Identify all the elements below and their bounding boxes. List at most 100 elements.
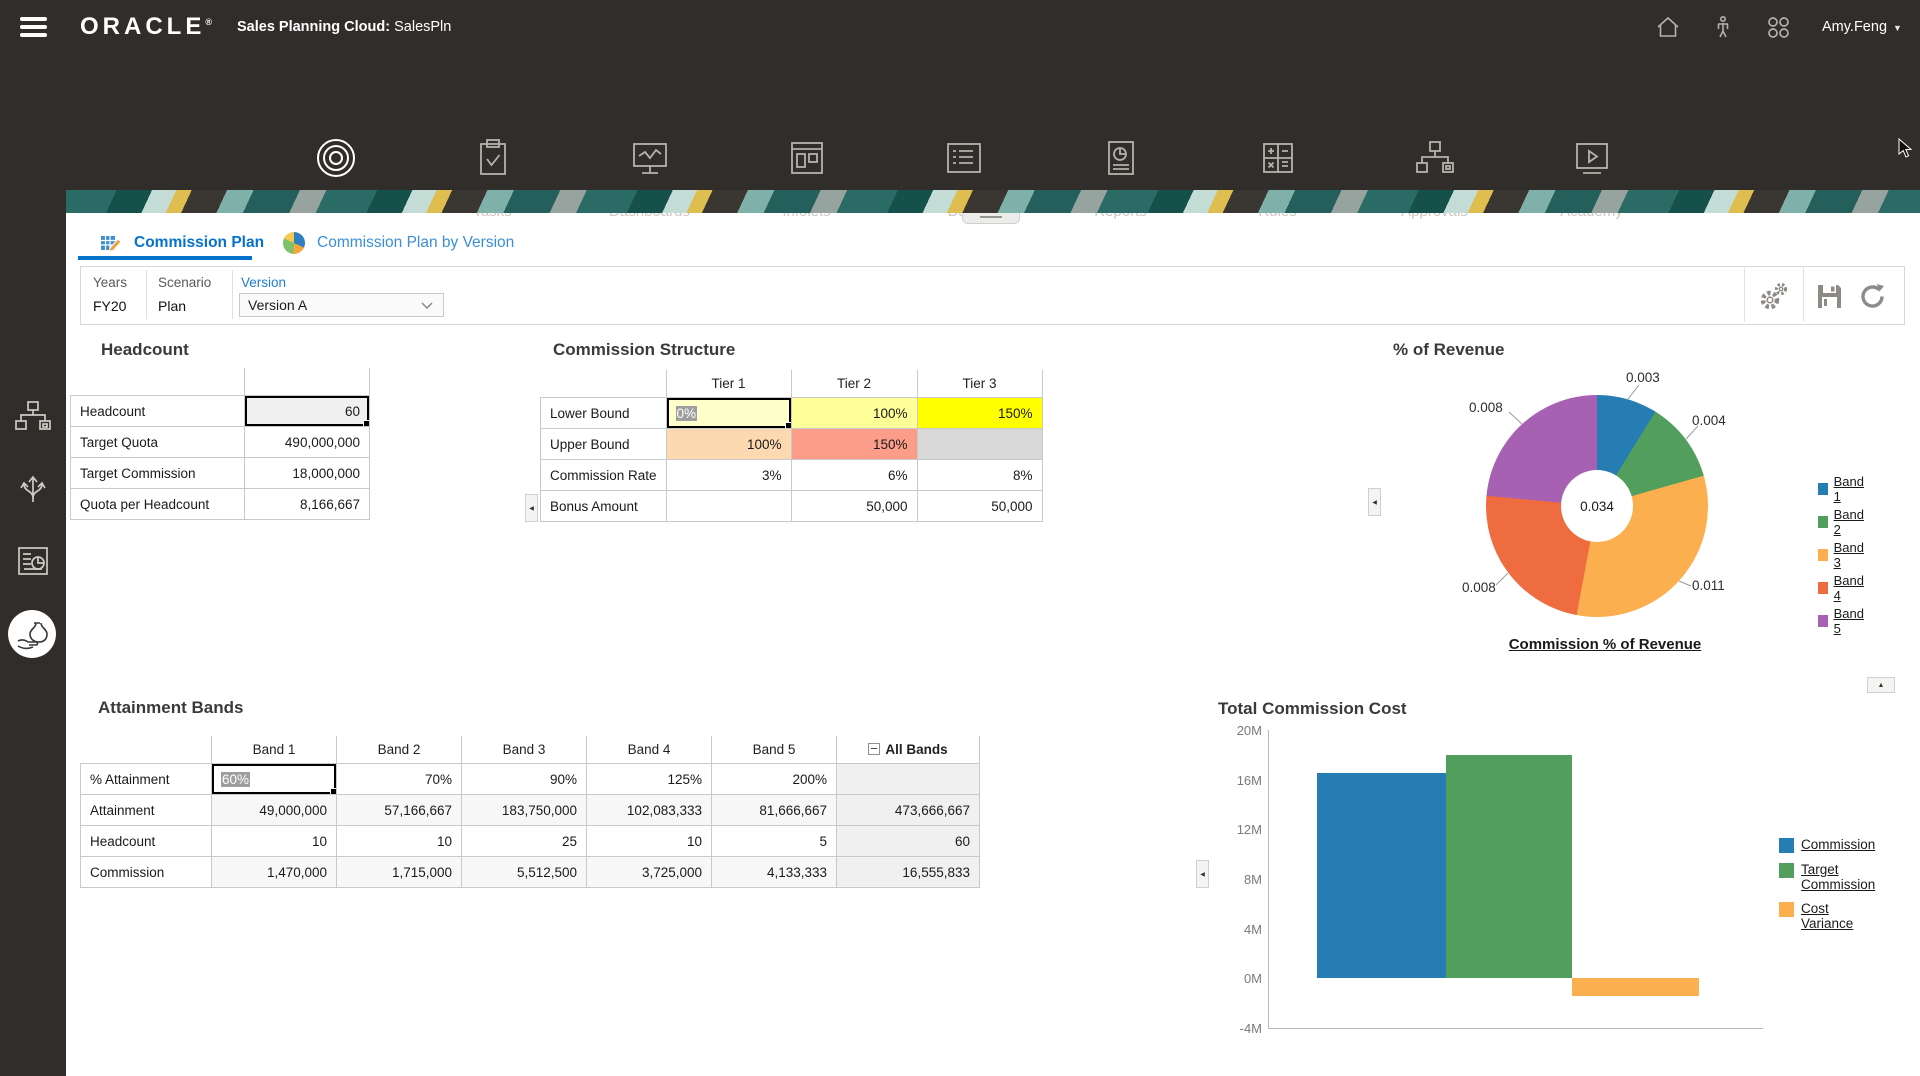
grid-cell[interactable]: 25 — [462, 826, 587, 857]
legend-item-cost-variance[interactable]: Cost Variance — [1779, 901, 1883, 931]
grid-cell[interactable]: 0% — [666, 398, 791, 429]
row-header-column — [81, 736, 212, 764]
grid-cell[interactable]: 100% — [666, 429, 791, 460]
y-axis-tick-label: 12M — [1214, 822, 1262, 837]
grid-cell[interactable] — [666, 491, 791, 522]
grid-cell[interactable]: 1,470,000 — [212, 857, 337, 888]
row-header: Headcount — [81, 826, 212, 857]
bar-legend: Commission Target Commission Cost Variance — [1779, 837, 1883, 940]
pie-label-band4: 0.008 — [1462, 580, 1496, 595]
legend-item-band-1[interactable]: Band 1 — [1818, 474, 1866, 504]
home-icon[interactable] — [1654, 13, 1682, 41]
legend-item-target-commission[interactable]: Target Commission — [1779, 862, 1883, 892]
tab-commission-plan-by-version[interactable]: Commission Plan by Version — [283, 226, 514, 260]
grid-cell[interactable]: 70% — [337, 764, 462, 795]
tab-commission-plan[interactable]: Commission Plan — [100, 226, 264, 260]
grid-cell[interactable]: 10 — [587, 826, 712, 857]
grid-cell[interactable]: 49,000,000 — [212, 795, 337, 826]
legend-item-band-5[interactable]: Band 5 — [1818, 606, 1866, 636]
pie-chart-icon — [283, 232, 305, 254]
grid-cell[interactable]: 6% — [791, 460, 917, 491]
grid-cell[interactable]: 3% — [666, 460, 791, 491]
save-icon[interactable] — [1815, 282, 1844, 311]
grid-cell[interactable]: 90% — [462, 764, 587, 795]
commission-pct-revenue-link[interactable]: Commission % of Revenue — [1440, 636, 1770, 653]
grid-cell[interactable]: 5,512,500 — [462, 857, 587, 888]
actions-gear-icon[interactable] — [1758, 280, 1790, 312]
grid-pencil-icon — [100, 232, 122, 254]
refresh-icon[interactable] — [1858, 282, 1887, 311]
grid-cell[interactable]: 150% — [917, 398, 1042, 429]
headcount-grid: Headcount60Target Quota490,000,000Target… — [70, 368, 370, 520]
row-header-column — [71, 368, 245, 396]
grid-cell[interactable]: 8% — [917, 460, 1042, 491]
grid-cell[interactable]: 60 — [245, 396, 370, 427]
grid-cell[interactable]: 81,666,667 — [712, 795, 837, 826]
legend-label: Band 5 — [1834, 606, 1867, 636]
quota-target-icon — [313, 135, 359, 183]
grid-cell[interactable]: 200% — [712, 764, 837, 795]
grid-cell[interactable]: 10 — [212, 826, 337, 857]
sales-planning-active-icon[interactable] — [8, 610, 56, 658]
grid-cell[interactable]: 183,750,000 — [462, 795, 587, 826]
grid-cell[interactable]: 4,133,333 — [712, 857, 837, 888]
grid-cell[interactable]: 3,725,000 — [587, 857, 712, 888]
y-axis-tick-label: 20M — [1214, 723, 1262, 738]
grid-cell[interactable]: 150% — [791, 429, 917, 460]
legend-swatch — [1779, 902, 1794, 917]
app-grid-icon[interactable] — [1764, 13, 1792, 41]
grid-cell[interactable]: 100% — [791, 398, 917, 429]
grid-cell[interactable]: 50,000 — [791, 491, 917, 522]
grid-cell[interactable] — [917, 429, 1042, 460]
grid-cell[interactable]: 8,166,667 — [245, 489, 370, 520]
scroll-up-button[interactable]: ▲ — [1867, 677, 1895, 693]
grid-cell[interactable]: 490,000,000 — [245, 427, 370, 458]
user-menu[interactable]: Amy.Feng▼ — [1822, 19, 1902, 35]
grid-cell[interactable]: 10 — [337, 826, 462, 857]
y-axis-tick-label: 0M — [1214, 971, 1262, 986]
pov-version-label[interactable]: Version — [241, 275, 286, 290]
grid-cell[interactable]: 16,555,833 — [837, 857, 980, 888]
grid-cell[interactable]: 57,166,667 — [337, 795, 462, 826]
dashboard-banner-image — [66, 190, 1920, 213]
bar-target-commission[interactable] — [1446, 755, 1572, 979]
report-pie-icon[interactable] — [11, 539, 55, 583]
bar-commission[interactable] — [1317, 773, 1446, 979]
row-header: % Attainment — [81, 764, 212, 795]
bar-cost-variance[interactable] — [1572, 978, 1699, 996]
grid-cell[interactable] — [837, 764, 980, 795]
collapse-pie-panel-button[interactable]: ◀ — [1368, 488, 1381, 516]
legend-label: Band 4 — [1834, 573, 1867, 603]
hamburger-menu-icon[interactable] — [20, 17, 47, 38]
pov-toolbar-divider — [1744, 266, 1745, 322]
row-header: Upper Bound — [541, 429, 667, 460]
main-navigation: Quota Tasks Dashboards Infolets — [0, 55, 1920, 190]
pie-label-band2: 0.004 — [1692, 413, 1726, 428]
collapse-minus-icon[interactable] — [868, 743, 880, 755]
banner-collapse-handle[interactable] — [962, 213, 1020, 224]
legend-item-band-2[interactable]: Band 2 — [1818, 507, 1866, 537]
grid-cell[interactable]: 60 — [837, 826, 980, 857]
grid-cell[interactable]: 473,666,667 — [837, 795, 980, 826]
grid-cell[interactable]: 125% — [587, 764, 712, 795]
distribute-arrows-icon[interactable] — [11, 468, 55, 512]
grid-cell[interactable]: 60% — [212, 764, 337, 795]
grid-cell[interactable]: 5 — [712, 826, 837, 857]
row-header: Headcount — [71, 396, 245, 427]
legend-item-band-3[interactable]: Band 3 — [1818, 540, 1866, 570]
collapse-left-button[interactable]: ◀ — [525, 494, 538, 522]
dashboards-monitor-icon — [627, 135, 673, 183]
row-header: Target Quota — [71, 427, 245, 458]
legend-item-band-4[interactable]: Band 4 — [1818, 573, 1866, 603]
user-accessibility-icon[interactable] — [1709, 13, 1737, 41]
grid-cell[interactable]: 1,715,000 — [337, 857, 462, 888]
editing-cell-selected-text: 0% — [676, 406, 698, 421]
grid-cell[interactable]: 50,000 — [917, 491, 1042, 522]
grid-cell[interactable]: 102,083,333 — [587, 795, 712, 826]
grid-cell[interactable]: 18,000,000 — [245, 458, 370, 489]
hierarchy-icon[interactable] — [11, 396, 55, 440]
legend-item-commission[interactable]: Commission — [1779, 837, 1883, 853]
version-select[interactable]: Version A — [239, 293, 444, 317]
bar-plot-area — [1268, 730, 1763, 1029]
y-axis-tick-label: 8M — [1214, 872, 1262, 887]
